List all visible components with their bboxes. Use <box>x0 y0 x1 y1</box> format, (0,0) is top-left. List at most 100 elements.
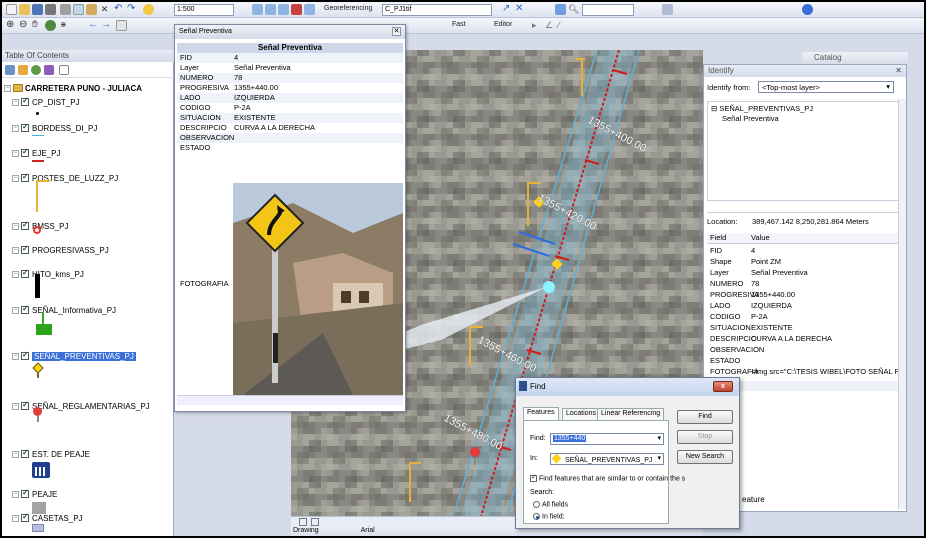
collapse-icon[interactable]: − <box>12 514 19 522</box>
layer-visibility-checkbox[interactable] <box>21 400 29 410</box>
redo-icon[interactable]: ↷ <box>127 4 138 15</box>
undo-icon[interactable]: ↶ <box>114 4 125 15</box>
search-window-icon[interactable] <box>278 4 289 15</box>
layer-name[interactable]: SEÑAL_REGLAMENTARIAS_PJ <box>32 402 150 411</box>
collapse-icon[interactable]: − <box>12 124 19 132</box>
list-by-source-icon[interactable] <box>18 65 28 75</box>
delete-icon[interactable]: ✕ <box>99 4 110 15</box>
georef-tool-icon[interactable]: ↗ <box>502 4 513 15</box>
layer-name[interactable]: EJE_PJ <box>32 149 60 158</box>
layer-visibility-checkbox[interactable] <box>21 244 29 254</box>
identify-row[interactable]: SITUACION EXISTENTE <box>707 322 903 333</box>
identify-close-icon[interactable]: ✕ <box>895 66 902 75</box>
identify-row[interactable]: NUMERO 78 <box>707 278 903 289</box>
identify-row[interactable]: FOTOGRAFIA <img src="C:\TESIS WIBEL\FOTO … <box>707 366 903 377</box>
collapse-icon[interactable]: − <box>12 306 19 314</box>
layer-visibility-checkbox[interactable] <box>21 268 29 278</box>
arctoolbox-icon[interactable] <box>291 4 302 15</box>
catalog-icon[interactable] <box>265 4 276 15</box>
collapse-icon[interactable]: − <box>12 174 19 182</box>
identify-row[interactable]: OBSERVACION <box>707 344 903 355</box>
georef-layer-combo[interactable]: C_PJ1tif <box>382 4 492 16</box>
toc-layer[interactable]: − SEÑAL_Informativa_PJ <box>12 304 116 316</box>
field-column-header[interactable]: Field <box>707 233 751 243</box>
pan-icon[interactable]: ✋︎ <box>32 20 43 31</box>
collapse-icon[interactable]: − <box>12 222 19 230</box>
collapse-icon[interactable]: − <box>12 98 19 106</box>
georef-zoom-icon[interactable]: 🔍︎ <box>568 4 579 15</box>
topology-icon[interactable] <box>662 4 673 15</box>
popup-horizontal-scrollbar[interactable] <box>177 395 403 405</box>
identify-vscroll[interactable] <box>898 99 906 509</box>
list-by-drawing-order-icon[interactable] <box>5 65 15 75</box>
identify-row[interactable]: DESCRIPCIO CURVA A LA DERECHA <box>707 333 903 344</box>
identify-row[interactable]: FID 4 <box>707 245 903 256</box>
stop-button[interactable]: Stop <box>677 430 733 444</box>
collapse-icon[interactable]: − <box>12 149 19 157</box>
identify-row[interactable]: LADO IZQUIERDA <box>707 300 903 311</box>
list-by-selection-icon[interactable] <box>44 65 54 75</box>
identify-tool-icon[interactable] <box>802 4 813 15</box>
new-icon[interactable] <box>6 4 17 15</box>
toc-layer[interactable]: − SEÑAL_PREVENTIVAS_PJ <box>12 350 136 362</box>
layer-visibility-checkbox[interactable] <box>21 448 29 458</box>
layout-view-icon[interactable] <box>311 518 319 526</box>
python-icon[interactable] <box>304 4 315 15</box>
layer-visibility-checkbox[interactable] <box>21 147 29 157</box>
toc-layer[interactable]: − BORDESS_DI_PJ <box>12 122 97 134</box>
collapse-icon[interactable]: − <box>4 84 11 92</box>
layer-name[interactable]: SEÑAL_Informativa_PJ <box>32 306 116 315</box>
scale-combo[interactable]: 1:500 <box>174 4 234 16</box>
layer-visibility-checkbox[interactable] <box>21 220 29 230</box>
fixed-zoom-in-icon[interactable]: ⋇ <box>60 20 71 31</box>
find-input[interactable]: 1355+440 ▾ <box>550 433 664 445</box>
layer-visibility-checkbox[interactable] <box>21 350 29 360</box>
toc-layer[interactable]: −HITO_kms_PJ <box>12 268 84 280</box>
add-data-icon[interactable] <box>143 4 154 15</box>
in-field-radio[interactable]: In field: <box>533 513 565 520</box>
layer-name[interactable]: EST. DE PEAJE <box>32 450 90 459</box>
edit-tool-icon[interactable]: ▸ <box>532 20 543 31</box>
data-view-icon[interactable] <box>299 518 307 526</box>
sketch-tool-icon[interactable]: ∠ <box>545 20 556 31</box>
fast-combo[interactable]: Fast <box>452 21 466 28</box>
cut-icon[interactable] <box>60 4 71 15</box>
tab-linear-referencing[interactable]: Linear Referencing <box>597 408 665 420</box>
copy-icon[interactable] <box>73 4 84 15</box>
font-combo[interactable]: Arial <box>361 527 375 534</box>
layer-visibility-checkbox[interactable] <box>21 96 29 106</box>
trace-tool-icon[interactable]: ∕ <box>558 20 569 31</box>
collapse-icon[interactable]: − <box>12 270 19 278</box>
layer-visibility-checkbox[interactable] <box>21 512 29 522</box>
toc-layer[interactable]: − CASETAS_PJ <box>12 512 83 524</box>
layer-name[interactable]: BORDESS_DI_PJ <box>32 124 97 133</box>
identify-row[interactable]: PROGRESIVA 1355+440.00 <box>707 289 903 300</box>
list-by-visibility-icon[interactable] <box>31 65 41 75</box>
tab-features[interactable]: Features <box>523 407 559 420</box>
toc-layer[interactable]: − PEAJE <box>12 488 57 500</box>
print-icon[interactable] <box>45 4 56 15</box>
layer-visibility-checkbox[interactable] <box>21 304 29 314</box>
save-icon[interactable] <box>32 4 43 15</box>
layer-name[interactable]: PROGRESIVASS_PJ <box>32 246 109 255</box>
layer-name[interactable]: CP_DIST_PJ <box>32 98 80 107</box>
find-close-button[interactable]: x <box>713 381 733 392</box>
layer-visibility-checkbox[interactable] <box>21 172 29 182</box>
toc-layer[interactable]: − EST. DE PEAJE <box>12 448 90 460</box>
georeferencing-menu[interactable]: Georeferencing <box>324 5 372 12</box>
toc-layer[interactable]: − CP_DIST_PJ <box>12 96 80 108</box>
identify-splitter[interactable] <box>707 203 903 213</box>
toc-layer[interactable]: − EJE_PJ <box>12 147 60 159</box>
catalog-tab[interactable]: Catalog <box>802 52 908 64</box>
layer-name[interactable]: CASETAS_PJ <box>32 514 83 523</box>
identify-tree-feature[interactable]: Señal Preventiva <box>722 114 779 123</box>
toc-layer[interactable]: −POSTES_DE_LUZZ_PJ <box>12 172 118 184</box>
zoom-out-icon[interactable]: ⊖ <box>19 20 30 31</box>
layer-name[interactable]: SEÑAL_PREVENTIVAS_PJ <box>32 351 136 361</box>
layer-group[interactable]: − CARRETERA PUNO - JULIACA <box>4 82 142 94</box>
identify-row[interactable]: CODIGO P-2A <box>707 311 903 322</box>
collapse-icon[interactable]: − <box>12 352 19 360</box>
collapse-icon[interactable]: − <box>12 450 19 458</box>
identify-tree-layer[interactable]: ⊟ SEÑAL_PREVENTIVAS_PJ <box>711 104 813 113</box>
zoom-in-icon[interactable]: ⊕ <box>6 20 17 31</box>
